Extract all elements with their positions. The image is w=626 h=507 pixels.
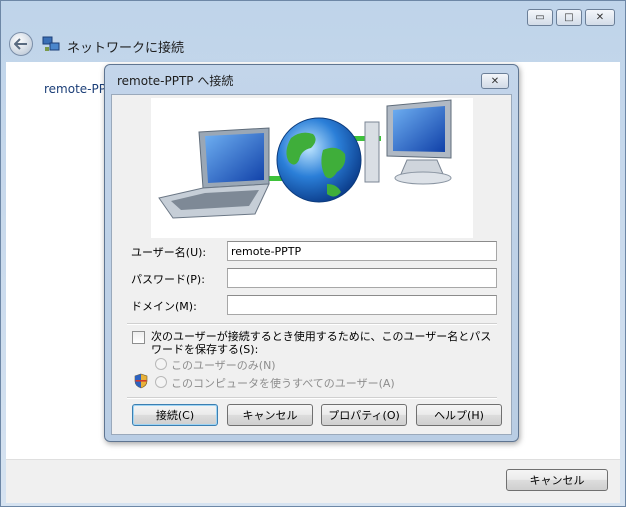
minimize-icon: ▭ — [535, 11, 545, 23]
connect-button[interactable]: 接続(C) — [132, 404, 218, 426]
close-button[interactable]: ✕ — [585, 9, 615, 26]
network-icon — [42, 36, 60, 51]
laptop-globe-computer-icon — [158, 99, 452, 219]
username-label: ユーザー名(U): — [131, 246, 207, 259]
dialog-title: remote-PPTP へ接続 — [117, 74, 234, 88]
close-icon: ✕ — [595, 11, 605, 23]
username-field[interactable] — [227, 241, 497, 261]
outer-title: ネットワークに接続 — [67, 41, 185, 56]
save-credentials-checkbox[interactable] — [132, 331, 145, 344]
connection-item-text[interactable]: remote-PP — [44, 82, 106, 96]
separator — [127, 397, 497, 399]
back-arrow-icon — [14, 38, 27, 50]
connection-banner — [151, 98, 473, 238]
radio-all-users[interactable] — [155, 376, 167, 388]
cancel-button[interactable]: キャンセル — [227, 404, 313, 426]
separator — [127, 323, 497, 325]
dialog-close-button[interactable]: ✕ — [481, 73, 509, 89]
uac-shield-icon — [134, 373, 148, 389]
domain-field[interactable] — [227, 295, 497, 315]
back-button[interactable] — [9, 32, 33, 56]
maximize-icon: □ — [564, 11, 574, 23]
help-button[interactable]: ヘルプ(H) — [416, 404, 502, 426]
radio-all-users-label: このコンピュータを使うすべてのユーザー(A) — [171, 377, 395, 390]
properties-button[interactable]: プロパティ(O) — [321, 404, 407, 426]
window-controls: ▭ □ ✕ — [527, 9, 615, 26]
radio-this-user-only[interactable] — [155, 358, 167, 370]
minimize-button[interactable]: ▭ — [527, 9, 553, 26]
outer-cancel-button[interactable]: キャンセル — [506, 469, 608, 491]
password-field[interactable] — [227, 268, 497, 288]
save-credentials-label[interactable]: 次のユーザーが接続するとき使用するために、このユーザー名とパスワードを保存する(… — [151, 330, 501, 356]
connect-dialog: remote-PPTP へ接続 ✕ ユーザー名(U): remote-PPTP … — [104, 64, 519, 442]
domain-label: ドメイン(M): — [131, 300, 197, 313]
maximize-button[interactable]: □ — [556, 9, 582, 26]
dialog-client: ユーザー名(U): パスワード(P): ドメイン(M): 次のユーザーが接続する… — [111, 94, 512, 435]
close-icon: ✕ — [490, 75, 500, 87]
password-label: パスワード(P): — [131, 273, 205, 286]
radio-this-user-only-label: このユーザーのみ(N) — [171, 359, 276, 372]
outer-footer: キャンセル — [6, 459, 620, 503]
